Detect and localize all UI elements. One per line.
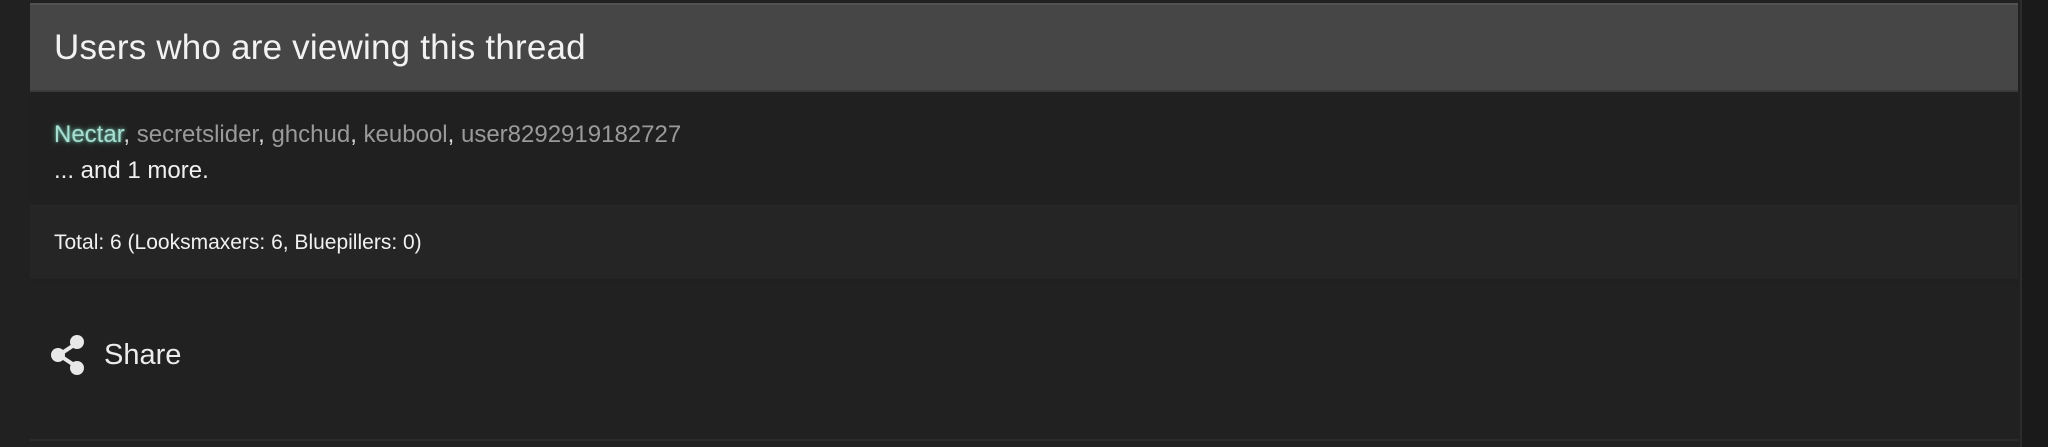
separator: , — [447, 121, 461, 148]
more-viewers-text: ... and 1 more. — [54, 157, 209, 184]
share-label: Share — [104, 338, 182, 371]
share-button[interactable]: Share — [48, 334, 181, 376]
block-body: Nectar, secretslider, ghchud, keubool, u… — [30, 92, 2018, 207]
viewer-total: Total: 6 (Looksmaxers: 6, Bluepillers: 0… — [54, 231, 422, 254]
user-link-keubool[interactable]: keubool — [364, 121, 448, 148]
share-icon — [48, 334, 88, 376]
user-link-nectar[interactable]: Nectar — [54, 121, 123, 148]
divider — [30, 439, 2018, 441]
user-link-ghchud[interactable]: ghchud — [271, 121, 350, 148]
separator: , — [258, 121, 272, 148]
window-edge — [2020, 0, 2048, 447]
separator: , — [123, 121, 137, 148]
block-title: Users who are viewing this thread — [54, 27, 586, 67]
user-link-user8292919182727[interactable]: user8292919182727 — [461, 121, 681, 148]
viewer-list: Nectar, secretslider, ghchud, keubool, u… — [54, 120, 2018, 150]
thread-viewers-block: Users who are viewing this thread Nectar… — [30, 3, 2018, 283]
page: Users who are viewing this thread Nectar… — [0, 0, 2048, 447]
block-footer: Total: 6 (Looksmaxers: 6, Bluepillers: 0… — [30, 207, 2018, 279]
block-header: Users who are viewing this thread — [30, 3, 2018, 92]
separator: , — [350, 121, 364, 148]
user-link-secretslider[interactable]: secretslider — [137, 121, 258, 148]
